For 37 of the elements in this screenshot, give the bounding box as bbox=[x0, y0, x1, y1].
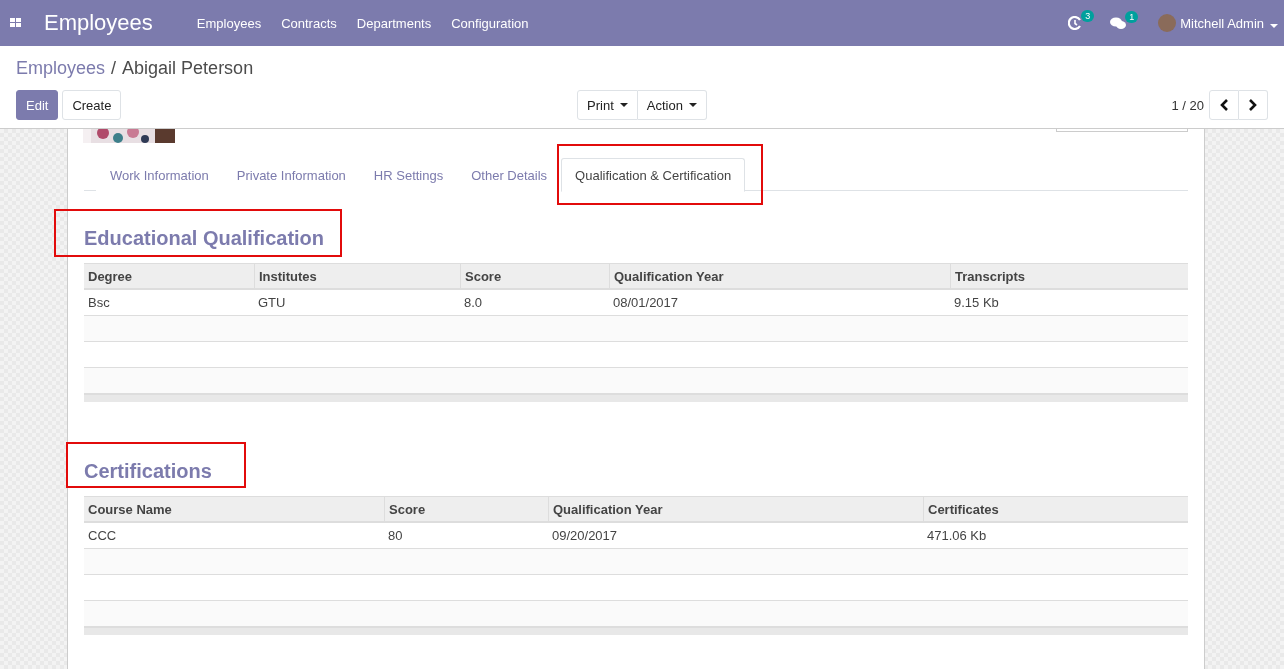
menu-item[interactable]: Departments bbox=[356, 15, 432, 31]
column-header[interactable]: Qualification Year bbox=[548, 496, 923, 523]
next-button[interactable] bbox=[1239, 90, 1268, 120]
menu-item[interactable]: Employees bbox=[196, 15, 262, 31]
breadcrumb-link[interactable]: Employees bbox=[16, 58, 106, 82]
breadcrumb-separator: / bbox=[111, 58, 117, 80]
input-field[interactable] bbox=[1056, 129, 1188, 132]
column-header[interactable]: Score bbox=[384, 496, 548, 523]
caret-icon[interactable] bbox=[1270, 23, 1278, 28]
action-button[interactable]: Action bbox=[637, 90, 707, 120]
edit-button[interactable]: Edit bbox=[16, 90, 59, 120]
activity-count-badge: 3 bbox=[1081, 10, 1095, 22]
column-header[interactable]: Certificates bbox=[923, 496, 1188, 523]
menu-item[interactable]: Contracts bbox=[281, 15, 337, 31]
pager-value: 1 / 20 bbox=[1171, 97, 1204, 113]
clock-icon[interactable] bbox=[1068, 16, 1083, 30]
apps-menu-icon[interactable] bbox=[10, 18, 22, 28]
menu-item[interactable]: Configuration bbox=[451, 15, 529, 31]
create-button[interactable]: Create bbox=[62, 90, 122, 120]
chat-icon[interactable] bbox=[1110, 16, 1127, 30]
column-header[interactable]: Score bbox=[460, 263, 609, 290]
column-header[interactable]: Qualification Year bbox=[609, 263, 950, 290]
previous-button[interactable] bbox=[1209, 90, 1239, 120]
chevron-right-icon bbox=[1248, 99, 1258, 111]
section-title: Educational Qualification bbox=[84, 227, 326, 251]
column-header[interactable]: Course Name bbox=[84, 496, 384, 523]
message-count-badge: 1 bbox=[1125, 10, 1139, 23]
user-name[interactable]: Mitchell Admin bbox=[1180, 15, 1264, 31]
column-header[interactable]: Transcripts bbox=[950, 263, 1188, 290]
app-title: Employees bbox=[44, 10, 153, 36]
section-title: Certifications bbox=[84, 460, 213, 484]
column-header[interactable]: Degree bbox=[84, 263, 254, 290]
breadcrumb-current: Abigail Peterson bbox=[122, 58, 254, 80]
column-header[interactable]: Institutes bbox=[254, 263, 460, 290]
print-button[interactable]: Print bbox=[577, 90, 638, 120]
tab[interactable]: Qualification & Certification bbox=[561, 158, 746, 192]
chevron-left-icon bbox=[1219, 99, 1229, 111]
